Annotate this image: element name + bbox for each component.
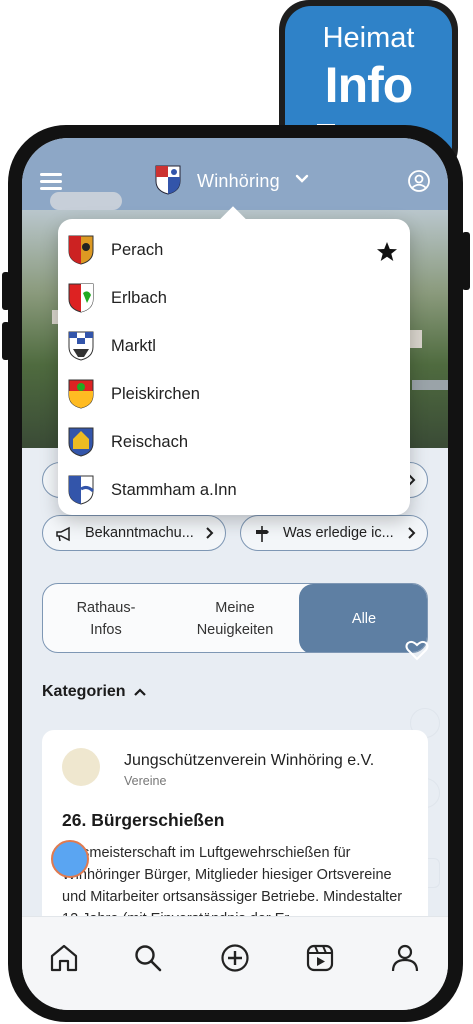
town-option-label: Stammham a.Inn: [111, 481, 237, 499]
favorite-star-icon[interactable]: [376, 241, 398, 263]
town-option-label: Reischach: [111, 433, 189, 451]
town-option-reischach[interactable]: Reischach: [58, 419, 410, 467]
town-dropdown: Perach Erlbach Marktl Pleiskirchen Reisc…: [58, 206, 410, 515]
card-category: Vereine: [124, 774, 167, 788]
volume-button: [2, 272, 10, 310]
signpost-icon: [256, 526, 269, 542]
perach-crest-icon: [68, 235, 94, 265]
erlbach-crest-icon: [68, 283, 94, 313]
video-reels-icon[interactable]: [304, 942, 336, 974]
club-logo: [62, 748, 100, 786]
town-option-stammham[interactable]: Stammham a.Inn: [58, 467, 410, 515]
winhoering-crest-icon: [155, 165, 181, 195]
chevron-right-icon: [206, 527, 214, 539]
megaphone-icon: [56, 526, 70, 542]
marktl-crest-icon: [68, 331, 94, 361]
pleiskirchen-crest-icon: [68, 379, 94, 409]
volume-button: [2, 322, 10, 360]
chip-label: Bekanntmachu...: [85, 525, 194, 541]
chip-was-erledige-ich[interactable]: Was erledige ic...: [240, 515, 428, 551]
chevron-up-icon[interactable]: [133, 687, 147, 697]
account-icon[interactable]: [389, 942, 421, 974]
categories-toggle[interactable]: Kategorien: [42, 683, 126, 701]
reischach-crest-icon: [68, 427, 94, 457]
search-icon[interactable]: [132, 942, 164, 974]
segment-meine-neuigkeiten[interactable]: Meine Neuigkeiten: [171, 584, 299, 652]
town-option-label: Marktl: [111, 337, 156, 355]
segment-rathaus-infos[interactable]: Rathaus- Infos: [43, 584, 169, 652]
logo-line-1: Heimat: [322, 22, 415, 54]
chip-bekanntmachungen[interactable]: Bekanntmachu...: [42, 515, 226, 551]
town-option-erlbach[interactable]: Erlbach: [58, 275, 410, 323]
town-name[interactable]: Winhöring: [197, 171, 280, 192]
add-icon[interactable]: [219, 942, 251, 974]
blurred-pill: [50, 192, 122, 210]
chip-label: Was erledige ic...: [283, 525, 394, 541]
town-option-marktl[interactable]: Marktl: [58, 323, 410, 371]
menu-icon[interactable]: [40, 173, 62, 190]
town-option-perach[interactable]: Perach: [58, 227, 410, 275]
home-icon[interactable]: [48, 942, 80, 974]
card-organization: Jungschützenverein Winhöring e.V.: [124, 752, 375, 769]
chevron-right-icon: [408, 527, 416, 539]
logo-line-2: Info: [324, 57, 414, 113]
card-title: 26. Bürgerschießen: [62, 810, 225, 830]
heart-icon[interactable]: [405, 639, 429, 661]
power-button: [462, 232, 470, 290]
town-option-pleiskirchen[interactable]: Pleiskirchen: [58, 371, 410, 419]
news-filter-segmented: Rathaus- Infos Meine Neuigkeiten Alle: [42, 583, 428, 653]
profile-icon[interactable]: [408, 170, 430, 192]
assistant-bubble[interactable]: [51, 840, 89, 878]
app-screen: Winhöring Bekanntmachu... Was erledige i…: [22, 138, 448, 1010]
town-option-label: Pleiskirchen: [111, 385, 200, 403]
bottom-navigation: [22, 916, 448, 1010]
town-option-label: Erlbach: [111, 289, 167, 307]
town-option-label: Perach: [111, 241, 164, 259]
chevron-down-icon[interactable]: [295, 172, 309, 186]
news-card[interactable]: Jungschützenverein Winhöring e.V. Verein…: [42, 730, 428, 930]
stammham-crest-icon: [68, 475, 94, 505]
